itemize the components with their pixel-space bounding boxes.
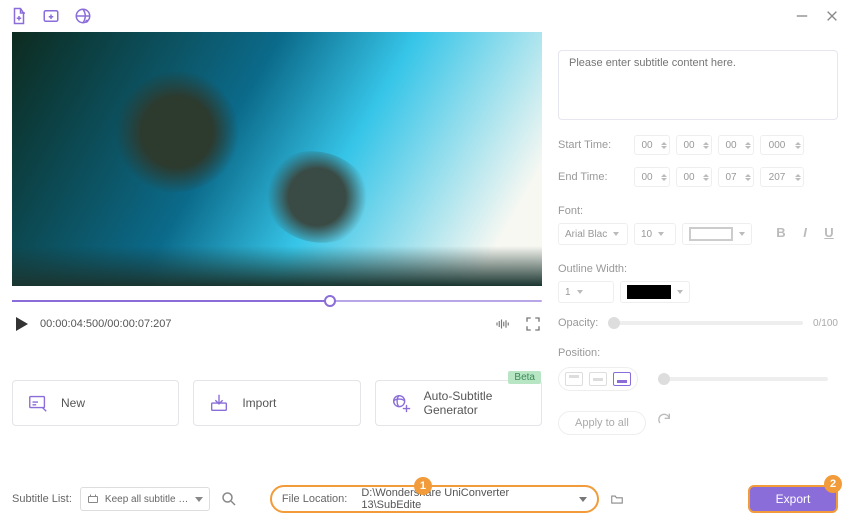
search-icon[interactable] [220,490,238,508]
end-ss[interactable]: 07 [718,167,754,187]
subtitle-content-input[interactable] [558,50,838,120]
play-button[interactable] [16,317,28,331]
subtitle-list-label: Subtitle List: [12,493,72,505]
start-ms[interactable]: 000 [760,135,804,155]
waveform-icon[interactable] [494,315,512,333]
start-time-label: Start Time: [558,139,628,151]
timecode: 00:00:04:500/00:00:07:207 [40,318,172,330]
import-subtitle-button[interactable]: Import [193,380,360,426]
apply-to-all-button[interactable]: Apply to all [558,411,646,435]
open-folder-icon[interactable] [609,492,625,506]
add-file-icon[interactable] [10,7,28,25]
font-family-select[interactable]: Arial Blac [558,223,628,245]
end-hh[interactable]: 00 [634,167,670,187]
new-label: New [61,396,85,410]
file-location-group: 1 File Location: D:\Wondershare UniConve… [270,485,599,513]
export-button[interactable]: Export [748,485,838,513]
auto-subtitle-icon [390,392,412,414]
outline-section-label: Outline Width: [558,263,838,275]
close-button[interactable] [824,8,840,24]
start-ss[interactable]: 00 [718,135,754,155]
import-icon [208,392,230,414]
outline-color-select[interactable] [620,281,690,303]
file-location-select[interactable]: D:\Wondershare UniConverter 13\SubEdite [361,487,571,511]
add-folder-icon[interactable] [42,7,60,25]
font-size-select[interactable]: 10 [634,223,676,245]
position-slider[interactable] [658,377,828,381]
end-ms[interactable]: 207 [760,167,804,187]
opacity-value: 0/100 [813,318,838,329]
start-mm[interactable]: 00 [676,135,712,155]
auto-subtitle-button[interactable]: Beta Auto-Subtitle Generator [375,380,542,426]
new-icon [27,392,49,414]
font-color-select[interactable] [682,223,752,245]
italic-button[interactable]: I [796,225,814,243]
opacity-label: Opacity: [558,317,598,329]
video-preview[interactable] [12,32,542,286]
auto-label: Auto-Subtitle Generator [424,389,527,417]
position-group [558,367,638,391]
minimize-button[interactable] [794,8,810,24]
position-label: Position: [558,347,838,359]
beta-badge: Beta [508,371,541,384]
fullscreen-icon[interactable] [524,315,542,333]
outline-width-select[interactable]: 1 [558,281,614,303]
refresh-icon[interactable] [656,411,672,427]
file-location-label: File Location: [282,493,347,505]
font-section-label: Font: [558,205,838,217]
chevron-down-icon[interactable] [579,497,587,502]
position-top[interactable] [565,372,583,386]
underline-button[interactable]: U [820,225,838,243]
outline-color-swatch [627,285,671,299]
new-subtitle-button[interactable]: New [12,380,179,426]
callout-1: 1 [414,477,432,495]
bold-button[interactable]: B [772,225,790,243]
add-url-icon[interactable] [74,7,92,25]
subtitle-list-select[interactable]: Keep all subtitle tr... [80,487,210,511]
position-middle[interactable] [589,372,607,386]
start-hh[interactable]: 00 [634,135,670,155]
callout-2: 2 [824,475,842,493]
timeline-slider[interactable] [12,294,542,308]
titlebar [0,0,850,32]
position-bottom[interactable] [613,372,631,386]
end-time-label: End Time: [558,171,628,183]
font-color-swatch [689,227,733,241]
opacity-slider[interactable] [608,321,803,325]
end-mm[interactable]: 00 [676,167,712,187]
import-label: Import [242,396,276,410]
